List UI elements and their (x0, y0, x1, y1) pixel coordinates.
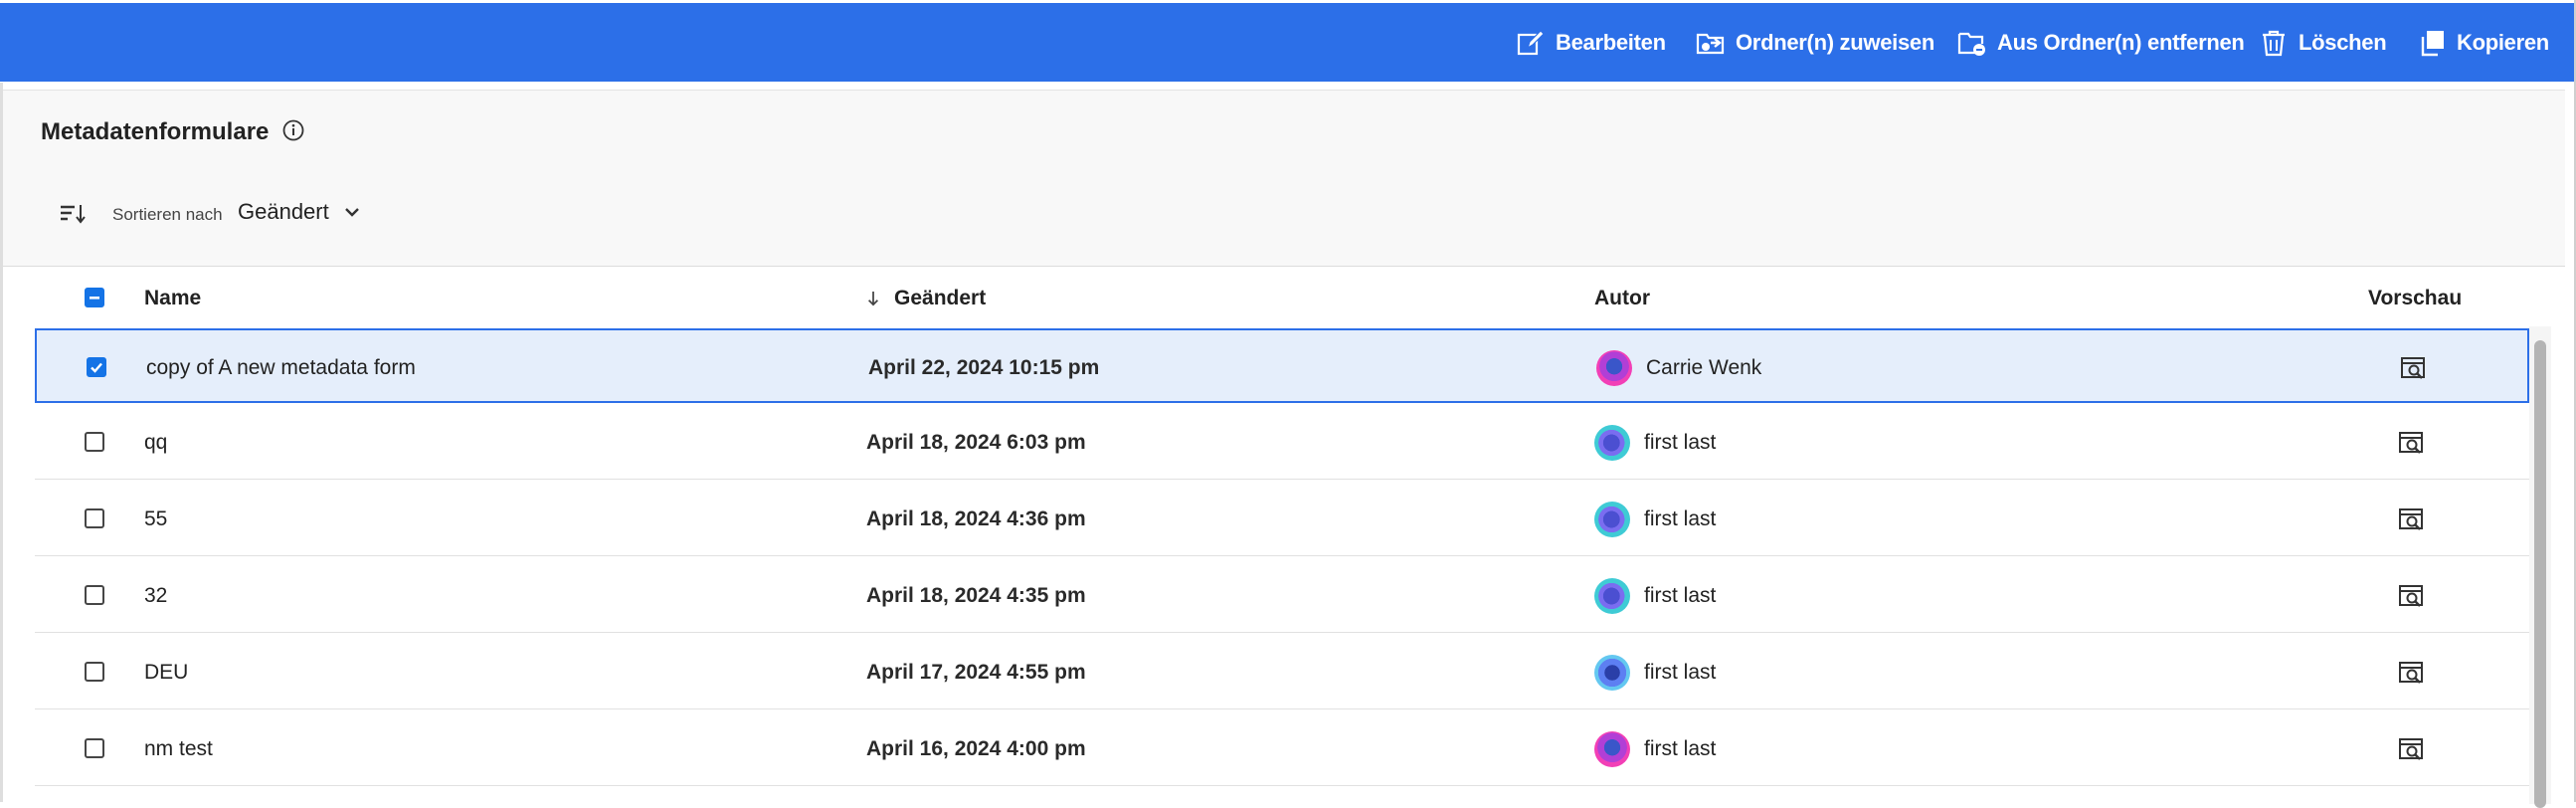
select-all-checkbox[interactable] (85, 288, 104, 307)
avatar (1596, 349, 1632, 386)
avatar (1594, 730, 1630, 767)
row-author-name: first last (1644, 583, 1717, 607)
preview-icon[interactable] (2400, 355, 2428, 381)
row-author-name: first last (1644, 736, 1717, 760)
edit-button[interactable]: Bearbeiten (1516, 3, 1666, 82)
edit-icon (1516, 28, 1546, 58)
folder-remove-icon (1957, 28, 1987, 58)
row-name[interactable]: nm test (144, 711, 213, 786)
copy-icon (2417, 28, 2447, 58)
row-name[interactable]: DEU (144, 635, 188, 709)
row-author-name: first last (1644, 430, 1717, 454)
row-modified-date: April 22, 2024 10:15 pm (868, 355, 1100, 379)
row-preview (2400, 330, 2428, 405)
metadata-forms-panel: Metadatenformulare Sortieren nach Geände… (3, 90, 2565, 808)
folder-assign-icon (1696, 28, 1726, 58)
row-author: first last (1594, 635, 1716, 709)
row-checkbox[interactable] (85, 585, 104, 605)
row-author: Carrie Wenk (1596, 330, 1761, 405)
row-author: first last (1594, 482, 1716, 556)
forms-table: Name Geändert Autor Vorschau copy of A n… (3, 267, 2565, 808)
row-modified-date: April 16, 2024 4:00 pm (866, 736, 1086, 760)
row-name[interactable]: 55 (144, 482, 167, 556)
row-preview (2398, 558, 2426, 633)
row-author: first last (1594, 405, 1716, 480)
table-row[interactable]: copy of A new metadata form April 22, 202… (35, 328, 2529, 403)
sort-by-dropdown[interactable]: Geändert (238, 199, 361, 225)
column-header-name[interactable]: Name (144, 287, 201, 310)
row-modified-date: April 18, 2024 4:36 pm (866, 506, 1086, 530)
table-row[interactable]: 32 April 18, 2024 4:35 pm first last (35, 558, 2529, 633)
preview-icon[interactable] (2398, 583, 2426, 609)
preview-icon[interactable] (2398, 506, 2426, 532)
edit-button-label: Bearbeiten (1556, 29, 1666, 55)
chevron-down-icon (344, 208, 359, 217)
delete-button-label: Löschen (2299, 29, 2387, 55)
avatar (1594, 501, 1630, 537)
copy-button-label: Kopieren (2457, 29, 2549, 55)
row-modified-date: April 17, 2024 4:55 pm (866, 660, 1086, 684)
assign-folders-label: Ordner(n) zuweisen (1736, 29, 1934, 55)
trash-icon (2259, 28, 2289, 58)
preview-icon[interactable] (2398, 660, 2426, 686)
preview-icon[interactable] (2398, 430, 2426, 456)
row-preview (2398, 405, 2426, 480)
row-modified-date: April 18, 2024 6:03 pm (866, 430, 1086, 454)
scrollbar-thumb[interactable] (2534, 340, 2546, 808)
row-preview (2398, 635, 2426, 709)
row-author: first last (1594, 558, 1716, 633)
row-name[interactable]: copy of A new metadata form (146, 330, 416, 405)
table-row[interactable]: 55 April 18, 2024 4:36 pm first last (35, 482, 2529, 556)
row-checkbox[interactable] (87, 357, 106, 377)
assign-folders-button[interactable]: Ordner(n) zuweisen (1696, 3, 1934, 82)
column-header-modified-label: Geändert (894, 287, 987, 309)
info-icon[interactable] (281, 118, 305, 142)
table-header: Name Geändert Autor Vorschau (3, 267, 2529, 328)
page-title: Metadatenformulare (41, 118, 270, 145)
sort-order-icon[interactable] (59, 202, 87, 226)
preview-icon[interactable] (2398, 736, 2426, 762)
row-name[interactable]: 32 (144, 558, 167, 633)
row-preview (2398, 482, 2426, 556)
row-checkbox[interactable] (85, 508, 104, 528)
row-author-name: first last (1644, 506, 1717, 530)
row-author-name: Carrie Wenk (1646, 355, 1762, 379)
sort-descending-icon (868, 292, 878, 306)
table-row[interactable]: qq April 18, 2024 6:03 pm first last (35, 405, 2529, 480)
sort-by-value: Geändert (238, 199, 329, 224)
row-author: first last (1594, 711, 1716, 786)
row-preview (2398, 711, 2426, 786)
row-checkbox[interactable] (85, 432, 104, 452)
column-header-author[interactable]: Autor (1594, 287, 1650, 310)
column-header-preview: Vorschau (2368, 287, 2463, 309)
remove-from-folders-label: Aus Ordner(n) entfernen (1997, 29, 2245, 55)
row-modified-date: April 18, 2024 4:35 pm (866, 583, 1086, 607)
action-bar: Bearbeiten Ordner(n) zuweisen Aus Ordner… (0, 3, 2574, 82)
delete-button[interactable]: Löschen (2259, 3, 2387, 82)
remove-from-folders-button[interactable]: Aus Ordner(n) entfernen (1957, 3, 2245, 82)
row-author-name: first last (1644, 660, 1717, 684)
sort-by-label: Sortieren nach (112, 205, 223, 224)
avatar (1594, 577, 1630, 614)
column-header-modified[interactable]: Geändert (866, 287, 986, 310)
row-checkbox[interactable] (85, 738, 104, 758)
row-name[interactable]: qq (144, 405, 167, 480)
table-row[interactable]: nm test April 16, 2024 4:00 pm first last (35, 711, 2529, 786)
copy-button[interactable]: Kopieren (2417, 3, 2549, 82)
avatar (1594, 424, 1630, 461)
avatar (1594, 654, 1630, 691)
row-checkbox[interactable] (85, 662, 104, 682)
table-row[interactable]: DEU April 17, 2024 4:55 pm first last (35, 635, 2529, 709)
